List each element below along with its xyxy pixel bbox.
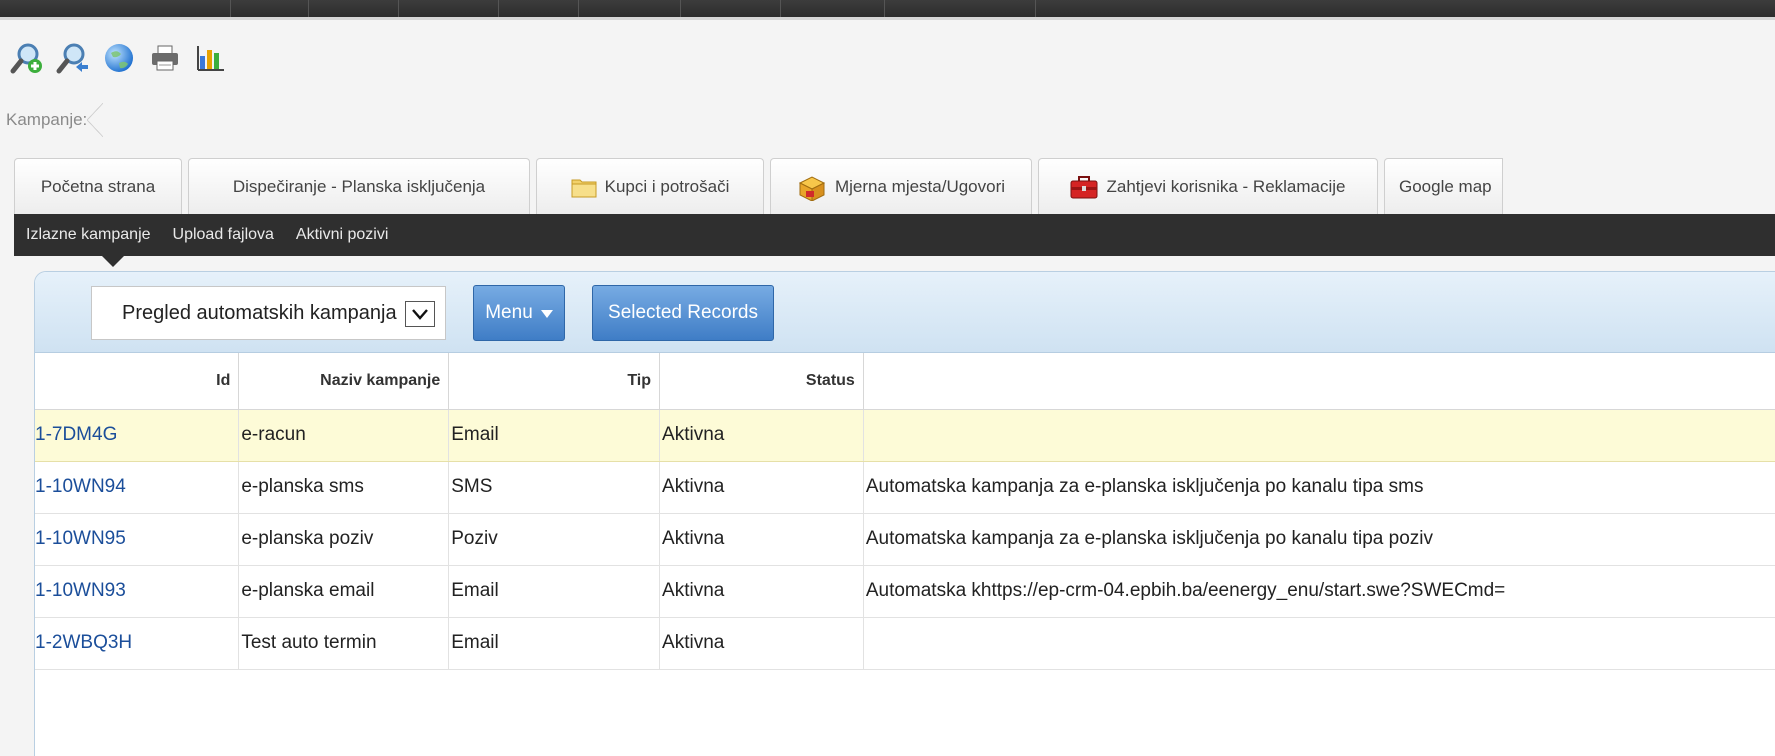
- cell-status[interactable]: Aktivna: [659, 565, 864, 618]
- folder-icon: [571, 176, 597, 198]
- tab-label: Dispečiranje - Planska isključenja: [232, 176, 486, 196]
- campaigns-list-applet: Pregled automatskih kampanja Menu Select…: [34, 271, 1775, 756]
- cell-tip[interactable]: Poziv: [448, 513, 661, 566]
- screen-tabs: Početna strana Dispečiranje - Planska is…: [14, 158, 1503, 214]
- selected-records-label: Selected Records: [608, 302, 758, 323]
- table-row[interactable]: 1-10WN93 e-planska email Email Aktivna A…: [35, 565, 1775, 618]
- top-menu-bar: [0, 0, 1775, 20]
- cell-id-link[interactable]: 1-7DM4G: [35, 409, 240, 462]
- breadcrumb[interactable]: Kampanje:: [6, 103, 104, 137]
- cell-tip[interactable]: Email: [448, 409, 661, 462]
- cell-opis[interactable]: Automatska kampanja za e-planska isključ…: [863, 513, 1775, 566]
- subnav-item-upload-fajlova[interactable]: Upload fajlova: [173, 226, 274, 244]
- cell-id-link[interactable]: 1-2WBQ3H: [35, 617, 240, 670]
- active-item-indicator: [102, 256, 124, 267]
- column-header-status[interactable]: Status: [659, 353, 864, 410]
- subnav-item-izlazne-kampanje[interactable]: Izlazne kampanje: [26, 226, 151, 244]
- tab-label: Kupci i potrošači: [604, 176, 730, 196]
- menu-button-label: Menu: [485, 302, 533, 323]
- tab-label: Početna strana: [40, 176, 156, 196]
- tab-dispeciranje[interactable]: Dispečiranje - Planska isključenja: [188, 158, 530, 214]
- cell-naziv[interactable]: e-planska poziv: [238, 513, 450, 566]
- table-row[interactable]: 1-10WN95 e-planska poziv Poziv Aktivna A…: [35, 513, 1775, 566]
- column-header-naziv-kampanje[interactable]: Naziv kampanje: [238, 353, 450, 410]
- cell-tip[interactable]: Email: [448, 617, 661, 670]
- column-header-opis[interactable]: [863, 353, 1775, 410]
- printer-icon[interactable]: [146, 36, 184, 80]
- screen-subnav: Izlazne kampanje Upload fajlova Aktivni …: [14, 214, 1775, 267]
- box-icon: [797, 173, 827, 201]
- cell-id-link[interactable]: 1-10WN93: [35, 565, 240, 618]
- breadcrumb-label: Kampanje:: [6, 110, 88, 129]
- globe-icon[interactable]: [100, 36, 138, 80]
- cell-naziv[interactable]: e-planska sms: [238, 461, 450, 514]
- caret-down-icon: [540, 302, 553, 324]
- cell-naziv[interactable]: e-racun: [238, 409, 450, 462]
- view-select[interactable]: Pregled automatskih kampanja: [91, 286, 446, 340]
- cell-opis[interactable]: Automatska khttps://ep-crm-04.epbih.ba/e…: [863, 565, 1775, 618]
- cell-status[interactable]: Aktivna: [659, 617, 864, 670]
- subnav-item-aktivni-pozivi[interactable]: Aktivni pozivi: [296, 226, 388, 244]
- cell-id-link[interactable]: 1-10WN95: [35, 513, 240, 566]
- column-header-id[interactable]: Id: [35, 353, 240, 410]
- view-select-value: Pregled automatskih kampanja: [122, 301, 397, 324]
- table-row[interactable]: 1-2WBQ3H Test auto termin Email Aktivna: [35, 617, 1775, 670]
- table-row[interactable]: 1-7DM4G e-racun Email Aktivna: [35, 409, 1775, 462]
- bar-chart-icon[interactable]: [192, 36, 230, 80]
- toolbox-icon: [1070, 175, 1098, 199]
- tab-mjerna-mjesta[interactable]: Mjerna mjesta/Ugovori: [770, 158, 1032, 214]
- tab-kupci-i-potrosaci[interactable]: Kupci i potrošači: [536, 158, 764, 214]
- applet-header: Pregled automatskih kampanja Menu Select…: [35, 272, 1775, 353]
- toolbar: [8, 34, 230, 82]
- cell-id-link[interactable]: 1-10WN94: [35, 461, 240, 514]
- zoom-in-search-icon[interactable]: [8, 36, 46, 80]
- cell-tip[interactable]: Email: [448, 565, 661, 618]
- tab-label: Zahtjevi korisnika - Reklamacije: [1106, 176, 1346, 196]
- column-header-tip[interactable]: Tip: [448, 353, 661, 410]
- cell-naziv[interactable]: Test auto termin: [238, 617, 450, 670]
- table-row[interactable]: 1-10WN94 e-planska sms SMS Aktivna Autom…: [35, 461, 1775, 514]
- tab-google-map[interactable]: Google map: [1384, 158, 1503, 214]
- cell-tip[interactable]: SMS: [448, 461, 661, 514]
- cell-opis[interactable]: [863, 617, 1775, 670]
- cell-status[interactable]: Aktivna: [659, 513, 864, 566]
- selected-records-button[interactable]: Selected Records: [592, 285, 774, 341]
- zoom-search-icon[interactable]: [54, 36, 92, 80]
- chevron-down-icon[interactable]: [405, 301, 435, 327]
- cell-status[interactable]: Aktivna: [659, 409, 864, 462]
- table-header-row: Id Naziv kampanje Tip Status: [35, 353, 1775, 410]
- cell-opis[interactable]: Automatska kampanja za e-planska isključ…: [863, 461, 1775, 514]
- campaigns-table: Id Naziv kampanje Tip Status 1-7DM4G e-r…: [35, 353, 1775, 670]
- tab-pocetna-strana[interactable]: Početna strana: [14, 158, 182, 214]
- cell-opis[interactable]: [863, 409, 1775, 462]
- tab-label: Mjerna mjesta/Ugovori: [834, 176, 1006, 196]
- menu-button[interactable]: Menu: [473, 285, 565, 341]
- tab-label: Google map: [1399, 176, 1492, 196]
- tab-zahtjevi-korisnika[interactable]: Zahtjevi korisnika - Reklamacije: [1038, 158, 1378, 214]
- cell-status[interactable]: Aktivna: [659, 461, 864, 514]
- cell-naziv[interactable]: e-planska email: [238, 565, 450, 618]
